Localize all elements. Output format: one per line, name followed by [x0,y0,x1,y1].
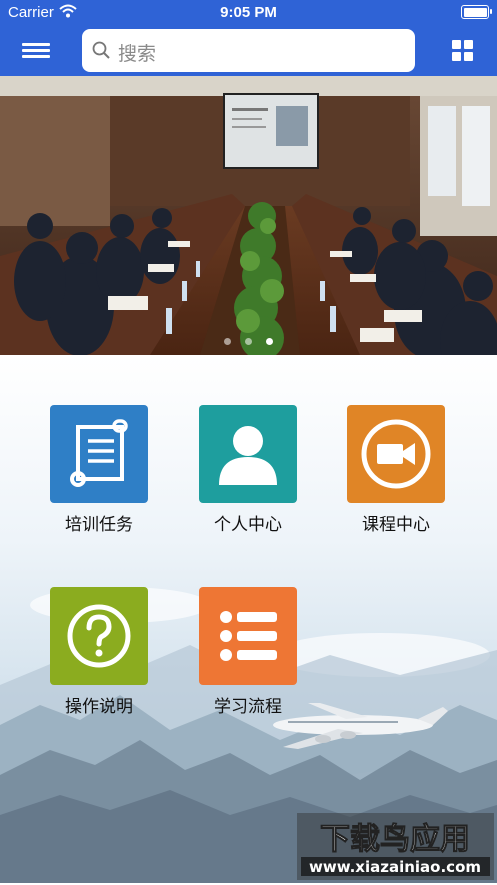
svg-text:www.xiazainiao.com: www.xiazainiao.com [309,858,481,876]
tile-training-tasks[interactable]: 培训任务 [39,405,159,535]
site-watermark: 下载鸟应用 www.xiazainiao.com [297,813,494,880]
carousel-dot[interactable] [245,338,252,345]
learning-process-icon-box [199,587,297,685]
carousel-dot[interactable] [224,338,231,345]
grid-apps-icon[interactable] [452,40,474,62]
tile-instructions[interactable]: 操作说明 [39,587,159,717]
svg-text:下载鸟应用: 下载鸟应用 [320,822,470,857]
training-tasks-label: 培训任务 [65,515,133,534]
course-center-icon-box [347,405,445,503]
search-icon [92,41,110,59]
clock: 9:05 PM [220,4,277,21]
meeting-photo [0,76,497,355]
carousel-dot-active[interactable] [266,338,273,345]
instructions-icon-box [50,587,148,685]
battery-icon [461,5,492,19]
hamburger-menu-icon[interactable] [22,40,50,62]
scroll-document-icon [70,419,128,487]
training-tasks-icon-box [50,405,148,503]
nav-bar: 搜索 [0,26,497,76]
instructions-label: 操作说明 [65,697,133,716]
tile-personal-center[interactable]: 个人中心 [188,405,308,535]
carousel-indicator[interactable] [0,332,497,350]
learning-process-label: 学习流程 [214,697,282,716]
course-center-label: 课程中心 [362,515,430,534]
tile-course-center[interactable]: 课程中心 [336,405,456,535]
search-placeholder: 搜索 [118,44,157,65]
personal-center-icon-box [199,405,297,503]
user-icon [219,426,277,485]
watermark-logo: 下载鸟应用 www.xiazainiao.com [297,813,494,880]
video-camera-icon [361,419,431,489]
banner-carousel[interactable] [0,76,497,355]
list-icon [220,611,277,661]
status-bar: Carrier 9:05 PM [0,0,497,26]
tile-learning-process[interactable]: 学习流程 [188,587,308,717]
search-bar[interactable]: 搜索 [82,29,415,72]
menu-area: 培训任务 个人中心 课程中心 操作说明 学习流程 [0,355,497,883]
personal-center-label: 个人中心 [214,515,282,534]
question-icon [67,604,131,668]
